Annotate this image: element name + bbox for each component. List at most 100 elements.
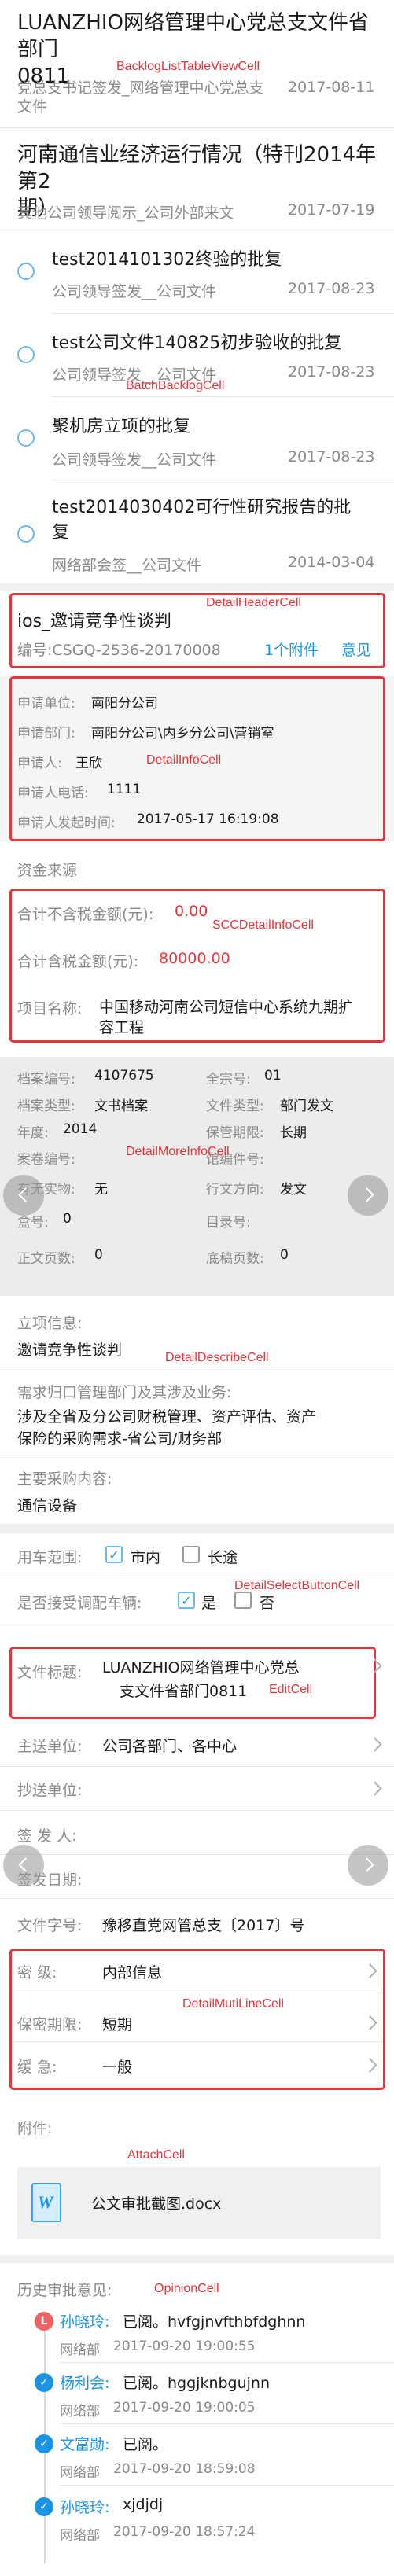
detail-info-cell-label: DetailInfoCell: [146, 753, 222, 767]
select-row2-opt2[interactable]: 否: [260, 1592, 274, 1613]
opinion-text: xjdjdj: [123, 2496, 164, 2513]
opinion-time: 2017-09-20 18:59:08: [113, 2461, 256, 2477]
select-row1-opt1[interactable]: 市内: [131, 1546, 160, 1567]
field-label-cc: 抄送单位:: [17, 1782, 83, 1799]
multi-label-secret: 密 级:: [17, 1964, 57, 1982]
edit-cell-label: EditCell: [269, 1683, 313, 1696]
describe-value-content: 通信设备: [17, 1497, 78, 1514]
batch-item-4-date: 2014-03-04: [288, 554, 375, 571]
divider: [60, 2423, 394, 2424]
more-left-value: 4107675: [94, 1068, 154, 1084]
section-gap: [0, 2255, 394, 2263]
pager-next-button[interactable]: [348, 1175, 388, 1216]
scc-label-project: 项目名称:: [17, 1000, 83, 1018]
chevron-right-icon: [367, 1781, 382, 1796]
word-file-icon-letter: W: [38, 2192, 53, 2212]
backlog-item-1-title[interactable]: LUANZHIO网络管理中心党总支文件省部门 0811: [17, 9, 387, 90]
more-right-label: 全宗号:: [206, 1072, 251, 1087]
opinion-text: 已阅。hggjknbgujnn: [123, 2375, 271, 2392]
opinion-text: 已阅。hvfgjnvfthbfdghnn: [123, 2313, 306, 2331]
funding-title: 资金来源: [17, 862, 78, 879]
divider: [0, 1898, 394, 1899]
batch-item-3-radio[interactable]: [17, 429, 35, 447]
select-row1-opt2[interactable]: 长途: [208, 1546, 238, 1567]
info-label-phone: 申请人电话:: [17, 786, 89, 801]
opinion-text: 已阅。: [123, 2436, 168, 2453]
batch-item-2-radio[interactable]: [17, 346, 35, 363]
batch-item-1-sub: 公司领导签发__公司文件: [52, 283, 217, 300]
more-right-label: 底稿页数:: [206, 1251, 264, 1267]
describe-demand-line2: 保险的采购需求-省公司/财务部: [17, 1430, 223, 1448]
backlog-cell-label: BacklogListTableViewCell: [116, 60, 260, 73]
divider: [52, 396, 394, 397]
more-right-value: 长期: [280, 1125, 307, 1141]
multi-value-secret[interactable]: 内部信息: [102, 1961, 162, 1982]
batch-item-1-title[interactable]: test2014101302终验的批复: [52, 245, 282, 270]
more-right-value: 发文: [280, 1182, 307, 1198]
checkbox-yes[interactable]: ✓: [178, 1592, 195, 1609]
batch-item-4-title-line2: 复: [52, 523, 70, 543]
attach-title: 附件:: [17, 2120, 53, 2137]
field-value-main-recipient[interactable]: 公司各部门、各中心: [102, 1735, 237, 1756]
pager-prev-button[interactable]: [3, 1175, 44, 1216]
approved-icon: ✓: [35, 2373, 53, 2392]
attach-cell-label: AttachCell: [127, 2148, 185, 2162]
chevron-right-icon: [359, 1187, 374, 1202]
opinion-dept: 网络部: [60, 2404, 100, 2420]
more-left-label: 档案编号:: [17, 1072, 75, 1087]
opinion-name: 孙晓玲:: [60, 2499, 110, 2516]
rejected-icon: L: [35, 2312, 53, 2331]
scc-cell-label: SCCDetailInfoCell: [212, 918, 314, 932]
multiline-cell-label: DetailMutiLineCell: [182, 1997, 284, 2011]
file-title-line1: LUANZHIO网络管理中心党总: [102, 1659, 300, 1676]
divider: [60, 2362, 394, 2363]
multi-value-urgency[interactable]: 一般: [102, 2055, 132, 2077]
pager-next-button[interactable]: [348, 1845, 388, 1886]
select-row2-opt1[interactable]: 是: [201, 1592, 216, 1613]
attachment-file-name: 公文审批截图.docx: [91, 2195, 222, 2213]
divider: [52, 313, 394, 314]
more-right-label: 行文方向:: [206, 1182, 264, 1198]
more-right-label: 目录号:: [206, 1215, 251, 1231]
checkbox-city[interactable]: ✓: [105, 1546, 123, 1563]
scc-label-no-tax: 合计不含税金额(元):: [17, 906, 154, 923]
checkbox-long-distance[interactable]: [182, 1546, 200, 1563]
describe-label-project: 立项信息:: [17, 1315, 83, 1332]
more-left-value: 2014: [63, 1121, 98, 1137]
section-gap: [0, 1524, 394, 1533]
divider: [0, 127, 394, 128]
info-label-dept: 申请部门:: [17, 726, 75, 742]
opinion-link[interactable]: 意见: [341, 638, 371, 660]
select-cell-label: DetailSelectButtonCell: [234, 1579, 360, 1592]
more-left-label: 正文页数:: [17, 1251, 75, 1267]
attachment-item[interactable]: W 公文审批截图.docx: [17, 2167, 381, 2239]
multi-value-period[interactable]: 短期: [102, 2013, 132, 2034]
batch-item-3-date: 2017-08-23: [288, 448, 375, 466]
batch-item-2-title[interactable]: test公司文件140825初步验收的批复: [52, 329, 341, 354]
backlog-item-1-title-line1: LUANZHIO网络管理中心党总支文件省部门: [17, 11, 369, 61]
opinion-cell-label: OpinionCell: [154, 2282, 219, 2295]
backlog-item-1-sub-line1: 党总支书记签发_网络管理中心党总支: [17, 79, 264, 97]
edit-label: 文件标题:: [17, 1664, 83, 1681]
batch-item-4-radio[interactable]: [17, 525, 35, 543]
backlog-item-1-sub: 党总支书记签发_网络管理中心党总支 文件: [17, 79, 264, 116]
checkbox-no[interactable]: [234, 1592, 252, 1609]
approved-icon: ✓: [35, 2434, 53, 2453]
more-right-value: 部门发文: [280, 1098, 333, 1114]
field-label-signer: 签 发 人:: [17, 1827, 77, 1845]
detail-header-number: 编号:CSGQ-2536-20170008: [17, 642, 221, 659]
batch-item-4-title[interactable]: test2014030402可行性研究报告的批 复: [52, 495, 351, 546]
batch-item-4-title-line1: test2014030402可行性研究报告的批: [52, 498, 352, 517]
batch-item-3-title[interactable]: 聚机房立项的批复: [52, 412, 190, 437]
batch-item-1-radio[interactable]: [17, 263, 35, 280]
pager-prev-button[interactable]: [3, 1845, 44, 1886]
opinion-time: 2017-09-20 19:00:55: [113, 2339, 256, 2354]
more-left-value: 文书档案: [94, 1098, 148, 1114]
info-label-unit: 申请单位:: [17, 696, 75, 712]
scc-value-project: 中国移动河南公司短信中心系统九期扩 容工程: [99, 997, 353, 1038]
info-value-unit: 南阳分公司: [91, 696, 158, 712]
multi-label-period: 保密期限:: [17, 2016, 83, 2033]
scc-value-no-tax: 0.00: [175, 903, 208, 920]
attachments-link[interactable]: 1个附件: [264, 638, 319, 660]
chevron-right-icon: [359, 1857, 374, 1872]
